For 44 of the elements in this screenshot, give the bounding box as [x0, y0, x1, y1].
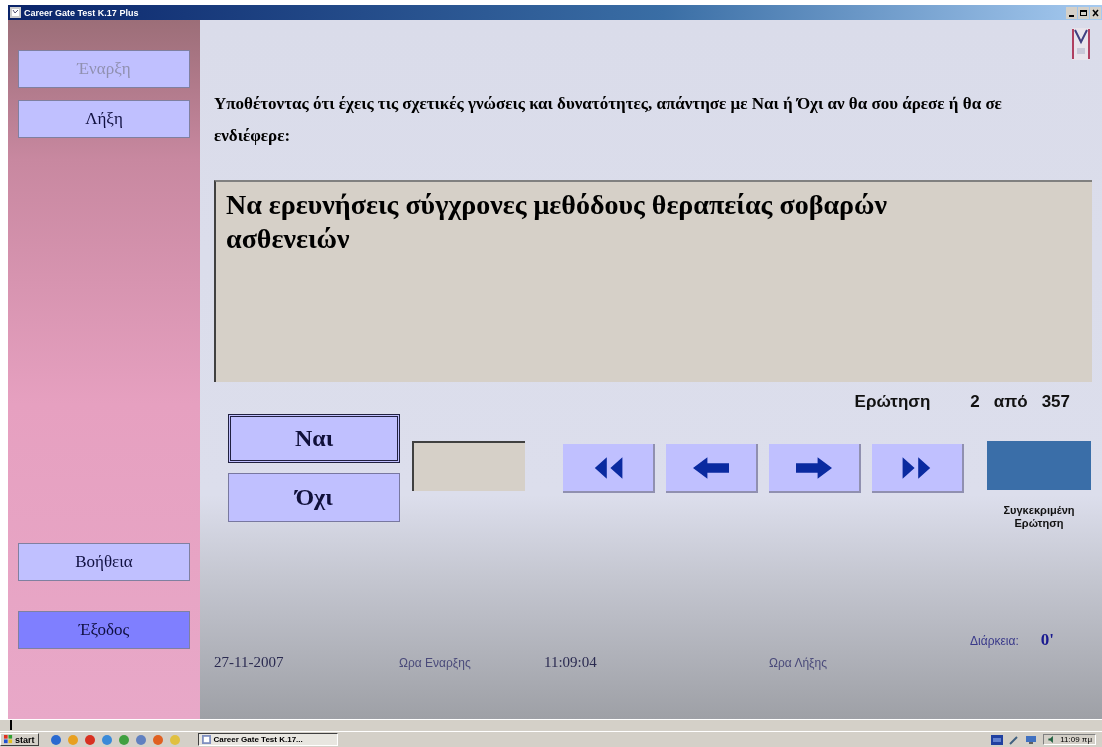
- date-text: 27-11-2007: [214, 654, 285, 672]
- navigation-button[interactable]: [769, 444, 861, 493]
- navigation-button[interactable]: [563, 444, 655, 493]
- logo-icon: [1072, 28, 1090, 60]
- close-icon[interactable]: [1090, 6, 1101, 19]
- goto-question-label: Συγκεκριμένη Ερώτηση: [1002, 504, 1076, 530]
- question-number: 2: [970, 392, 980, 413]
- end-time-label: Ωρα Λήξης: [769, 656, 827, 671]
- window-title: Career Gate Test K.17 Plus: [24, 7, 139, 18]
- navigation-button[interactable]: [666, 444, 758, 493]
- answer-button[interactable]: Ναι: [228, 414, 400, 463]
- sidebar-button[interactable]: Βοήθεια: [18, 543, 190, 582]
- restore-icon[interactable]: [1078, 6, 1089, 19]
- sidebar-button[interactable]: Έξοδος: [18, 611, 190, 650]
- quick-launch-icon[interactable]: [151, 733, 164, 746]
- quick-launch-icon[interactable]: [83, 733, 96, 746]
- app-icon: [201, 735, 211, 744]
- of-label: από: [993, 392, 1028, 413]
- quick-launch-icon[interactable]: [49, 733, 62, 746]
- status-bar-marker: [10, 720, 12, 731]
- start-time-value: 11:09:04: [544, 654, 598, 672]
- question-total: 357: [1041, 392, 1070, 413]
- taskbar-window-button[interactable]: Career Gate Test K.17...: [197, 733, 338, 746]
- keyboard-layout-icon[interactable]: [991, 734, 1004, 745]
- question-text: Να ερευνήσεις σύγχρονες μεθόδους θεραπείας σοβαρών ασθενειών: [226, 188, 888, 256]
- instruction-text: Υποθέτοντας ότι έχεις τις σχετικές γνώσεις και δυνατότητες, απάντησε με Ναι ή Όχι αν θα σου άρεσε ή θα σε ενδιέφερε:: [214, 93, 1003, 147]
- windows-logo-icon: [4, 735, 13, 744]
- minimize-icon[interactable]: [1066, 6, 1077, 19]
- answer-button[interactable]: Όχι: [228, 473, 400, 522]
- quick-launch-icon[interactable]: [134, 733, 147, 746]
- pen-icon[interactable]: [1009, 734, 1020, 745]
- right-arrow-icon: [796, 456, 832, 479]
- clock-text: 11:09 πμ: [1060, 735, 1092, 744]
- monitor-icon[interactable]: [1025, 734, 1038, 745]
- start-button[interactable]: start: [0, 733, 39, 746]
- navigation-button[interactable]: [872, 444, 964, 493]
- duration-label: Διάρκεια:: [970, 634, 1019, 649]
- app-icon: [10, 7, 21, 18]
- left-arrow-icon: [693, 456, 729, 479]
- duration-value: 0': [1040, 630, 1054, 651]
- question-label: Ερώτηση: [854, 392, 931, 413]
- quick-launch-icon[interactable]: [100, 733, 113, 746]
- start-time-label: Ωρα Εναρξης: [399, 656, 472, 671]
- sidebar-button[interactable]: Λήξη: [18, 100, 190, 138]
